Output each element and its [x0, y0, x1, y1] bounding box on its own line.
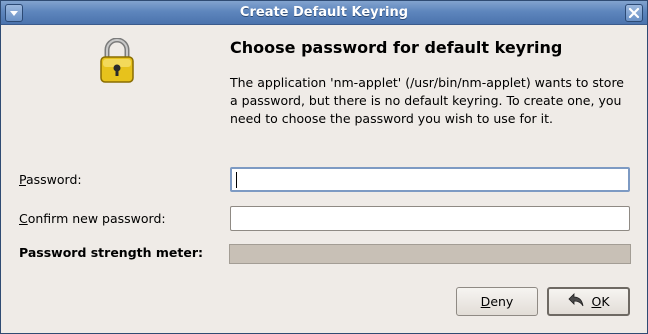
password-input[interactable]	[232, 169, 628, 190]
deny-label-text: eny	[490, 294, 514, 309]
dialog-window: Create Default Keyring Choose password f…	[0, 0, 648, 334]
dialog-heading: Choose password for default keyring	[230, 38, 563, 57]
ok-button[interactable]: OK	[547, 287, 630, 316]
confirm-label-text: onfirm new password:	[27, 211, 166, 226]
ok-button-label: OK	[591, 294, 609, 309]
password-label-text: assword:	[25, 172, 82, 187]
text-cursor	[236, 172, 237, 188]
confirm-password-label: Confirm new password:	[19, 211, 166, 226]
confirm-password-field[interactable]	[230, 206, 630, 231]
deny-button-label: Deny	[481, 294, 514, 309]
ok-mnemonic: O	[591, 294, 602, 309]
title-bar[interactable]: Create Default Keyring	[1, 1, 647, 25]
password-strength-meter	[229, 244, 631, 264]
confirm-password-input[interactable]	[231, 207, 629, 230]
window-title: Create Default Keyring	[239, 5, 409, 20]
password-field[interactable]	[230, 167, 630, 192]
password-label-mnemonic: P	[19, 172, 26, 187]
deny-button[interactable]: Deny	[456, 287, 538, 316]
strength-meter-label: Password strength meter:	[19, 245, 203, 260]
padlock-icon	[98, 37, 136, 84]
ok-label-text: K	[601, 294, 610, 309]
close-icon[interactable]	[625, 4, 643, 22]
dialog-description: The application 'nm-applet' (/usr/bin/nm…	[230, 75, 624, 126]
deny-mnemonic: D	[480, 294, 491, 309]
ok-icon	[567, 292, 585, 311]
password-label: Password:	[19, 172, 82, 187]
confirm-label-mnemonic: C	[19, 211, 28, 226]
